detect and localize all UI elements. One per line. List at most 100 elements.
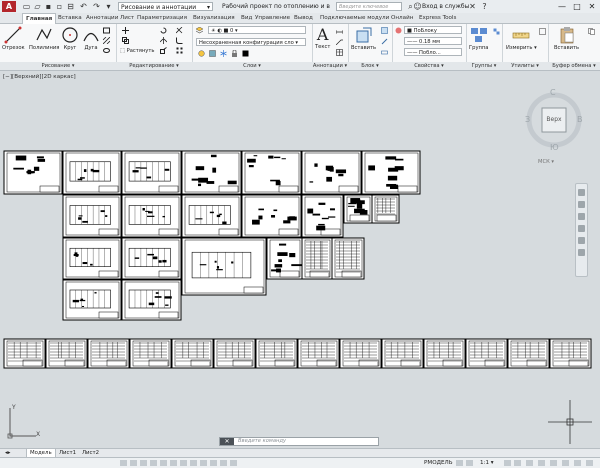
drawing-sheet[interactable] [549,338,592,369]
undo-icon[interactable]: ↶ [79,2,88,11]
polar-icon[interactable] [150,460,157,466]
drawing-sheet[interactable] [181,194,242,238]
attribute-icon[interactable] [381,49,388,56]
drawing-sheet[interactable] [62,237,122,280]
drawing-sheet[interactable] [3,150,63,195]
drawing-sheet[interactable] [241,194,302,238]
drawing-sheet[interactable] [301,150,362,195]
pan-icon[interactable] [578,201,585,208]
drawing-sheet[interactable] [339,338,382,369]
exchange-icon[interactable]: ✕ [468,2,477,11]
close-button[interactable]: ✕ [585,1,599,12]
lineweight-dropdown[interactable]: —— 0.18 мм [404,37,462,45]
drawing-sheet[interactable] [171,338,214,369]
model-space[interactable] [0,71,600,445]
edit-block-icon[interactable] [381,38,388,45]
command-line-close-button[interactable]: ✕ [220,438,234,445]
annotation-panel-label[interactable]: Аннотации ▾ [312,62,348,70]
drawing-sheet[interactable] [62,279,122,321]
tab-sheet2[interactable]: Лист2 [79,449,102,457]
maximize-button[interactable]: □ [570,1,584,12]
drawing-sheet[interactable] [361,150,421,195]
properties-panel-label[interactable]: Свойства ▾ [392,62,466,70]
layer-lock-icon[interactable] [231,50,238,57]
drawing-sheet[interactable] [381,338,424,369]
draw-panel-label[interactable]: Рисование ▾ [0,62,116,70]
annotation-visibility-icon[interactable] [504,460,511,466]
linetype-dropdown[interactable]: —— Побло... [404,48,462,56]
tab-insert[interactable]: Вставка [58,13,82,23]
copy-icon[interactable] [122,37,129,44]
layout-nav-icon[interactable]: ◂▸ [2,449,13,457]
isolate-objects-icon[interactable] [550,460,557,466]
minimize-button[interactable]: — [555,1,569,12]
tab-output[interactable]: Вывод [294,13,313,23]
tab-sheet1[interactable]: Лист1 [56,449,79,457]
tab-view[interactable]: Вид [241,13,252,23]
viewcube-east[interactable]: В [577,115,583,124]
table-icon[interactable] [336,49,343,56]
trim-icon[interactable] [176,27,183,34]
new-icon[interactable]: ▭ [22,2,31,11]
layer-state-dropdown[interactable]: ☀ ◐ ■ 0 ▾ [208,26,306,34]
transparency-icon[interactable] [210,460,217,466]
drawing-sheet[interactable] [121,150,182,195]
scale-icon[interactable] [160,47,167,54]
layer-color-swatch-icon[interactable] [242,50,249,57]
paste-button[interactable]: Вставить [554,26,579,51]
drawing-sheet[interactable] [465,338,508,369]
viewcube[interactable]: С Ю З В Верх МСК ▾ [520,86,590,166]
help-icon[interactable]: ? [480,2,489,11]
drawing-sheet[interactable] [121,237,182,280]
tab-annotate[interactable]: Аннотации [86,13,118,23]
otrack-icon[interactable] [170,460,177,466]
drawing-sheet[interactable] [121,279,182,321]
drawing-sheet[interactable] [3,338,46,369]
dyn-icon[interactable] [190,460,197,466]
utilities-panel-label[interactable]: Утилиты ▾ [502,62,548,70]
zoom-icon[interactable] [578,213,585,220]
drawing-sheet[interactable] [331,237,365,280]
status-menu-icon[interactable] [586,460,593,466]
tab-express-tools[interactable]: Express Tools [419,13,456,23]
dimension-icon[interactable] [336,27,343,34]
groups-panel-label[interactable]: Группы ▾ [466,62,502,70]
hatch-icon[interactable] [103,37,110,44]
viewcube-south[interactable]: Ю [550,143,559,152]
layers-panel-label[interactable]: Слои ▾ [192,62,312,70]
drawing-sheet[interactable] [301,194,344,238]
workspace-switch-icon[interactable] [526,460,533,466]
ortho-icon[interactable] [140,460,147,466]
steering-wheel-icon[interactable] [578,189,585,196]
tab-layout[interactable]: Лист [120,13,134,23]
save-icon[interactable]: ▪ [44,2,53,11]
quick-view-layouts-icon[interactable] [456,460,463,466]
osnap-icon[interactable] [160,460,167,466]
layer-freeze-icon[interactable] [220,50,227,57]
drawing-sheet[interactable] [343,194,373,224]
drawing-sheet[interactable] [507,338,550,369]
command-line[interactable]: ✕ Введите команду [219,437,379,446]
open-icon[interactable]: ▱ [33,2,42,11]
showmotion-icon[interactable] [578,237,585,244]
mirror-icon[interactable] [160,37,167,44]
viewcube-face-top[interactable]: Верх [542,116,566,123]
drawing-sheet[interactable] [266,237,303,280]
stretch-button[interactable]: ⬚ Растянуть [120,48,154,54]
drawing-sheet[interactable] [62,194,122,238]
ellipse-icon[interactable] [103,47,110,54]
match-properties-icon[interactable] [395,27,402,34]
modify-panel-label[interactable]: Редактирование ▾ [116,62,192,70]
sc-icon[interactable] [230,460,237,466]
polyline-tool[interactable]: Полилиния [29,26,59,51]
ucs-menu[interactable]: МСК ▾ [538,159,554,165]
tab-online[interactable]: Онлайн [391,13,413,23]
drawing-sheet[interactable] [45,338,88,369]
lock-ui-icon[interactable] [538,460,545,466]
drawing-sheet[interactable] [371,194,400,224]
viewcube-north[interactable]: С [550,88,556,97]
orbit-icon[interactable] [578,225,585,232]
qp-icon[interactable] [220,460,227,466]
annotation-scale[interactable]: 1:1 ▾ [480,459,494,467]
quick-select-icon[interactable] [539,28,546,35]
